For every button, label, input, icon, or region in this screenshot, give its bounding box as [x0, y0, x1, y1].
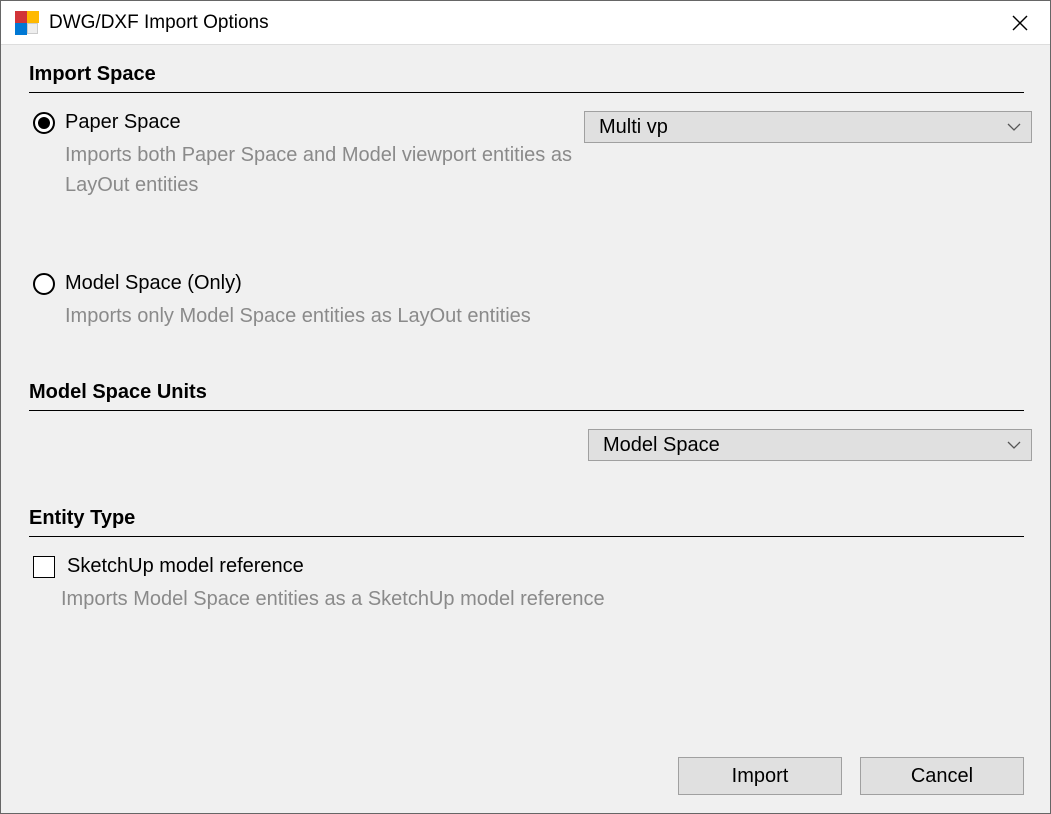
sketchup-ref-checkbox[interactable]: [33, 556, 55, 578]
paper-space-dropdown-value: Multi vp: [599, 116, 668, 139]
window-title: DWG/DXF Import Options: [49, 12, 998, 34]
titlebar: DWG/DXF Import Options: [1, 1, 1050, 45]
paper-space-desc: Imports both Paper Space and Model viewp…: [33, 140, 584, 200]
sketchup-ref-desc: Imports Model Space entities as a Sketch…: [29, 584, 1032, 614]
model-space-units-value: Model Space: [603, 434, 720, 457]
model-space-desc: Imports only Model Space entities as Lay…: [33, 301, 584, 331]
model-space-label: Model Space (Only): [65, 272, 242, 295]
app-icon: [15, 11, 39, 35]
import-button[interactable]: Import: [678, 757, 842, 795]
close-button[interactable]: [998, 7, 1042, 39]
sketchup-ref-label: SketchUp model reference: [67, 555, 304, 578]
paper-space-dropdown[interactable]: Multi vp: [584, 111, 1032, 143]
model-space-radio[interactable]: [33, 273, 55, 295]
dialog-content: Import Space Paper Space Imports both Pa…: [1, 45, 1050, 813]
chevron-down-icon: [1007, 123, 1021, 131]
close-icon: [1012, 15, 1028, 31]
paper-space-label: Paper Space: [65, 111, 181, 134]
model-space-units-heading: Model Space Units: [29, 381, 1024, 411]
model-space-row: Model Space (Only) Imports only Model Sp…: [29, 272, 1032, 331]
model-space-units-dropdown[interactable]: Model Space: [588, 429, 1032, 461]
import-space-heading: Import Space: [29, 63, 1024, 93]
paper-space-radio[interactable]: [33, 112, 55, 134]
cancel-button[interactable]: Cancel: [860, 757, 1024, 795]
dialog-footer: Import Cancel: [29, 757, 1032, 795]
paper-space-row: Paper Space Imports both Paper Space and…: [29, 111, 1032, 200]
entity-type-heading: Entity Type: [29, 507, 1024, 537]
chevron-down-icon: [1007, 441, 1021, 449]
